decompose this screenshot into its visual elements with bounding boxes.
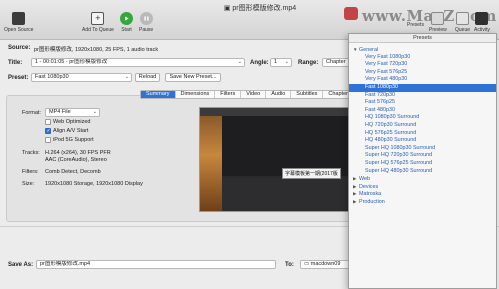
tab-subtitles[interactable]: Subtitles [291,91,324,98]
preset-item[interactable]: Super HQ 480p30 Surround [349,168,496,176]
save-as-field[interactable]: pr图形模版修改.mp4 [36,260,276,269]
preset-item[interactable]: HQ 480p30 Surround [349,137,496,145]
format-label: Format: [22,110,41,116]
preset-label: Preset: [8,75,29,81]
preview-caption: 字幕模板第一期(2017版 [282,168,341,179]
pause-button[interactable]: Pause [139,12,153,33]
preview-button[interactable]: Preview [429,12,447,33]
preset-item[interactable]: Very Fast 1080p30 [349,54,496,62]
preset-list: ▼ General Very Fast 1080p30 Very Fast 720p3… [349,46,496,205]
preset-item[interactable]: Very Fast 720p30 [349,61,496,69]
handbrake-window: ▣ pr图形模版修改.mp4 Open Source + Add To Queu… [0,0,499,289]
web-optimized-checkbox[interactable] [45,119,51,125]
align-av-label: Align A/V Start [53,128,89,134]
tracks-video: H.264 (x264), 30 FPS PFR [45,150,111,156]
preset-group[interactable]: ▼ General [349,46,496,54]
preview-thumbnail[interactable]: 字幕模板第一期(2017版 [199,107,349,212]
preset-item[interactable]: Very Fast 576p25 [349,69,496,77]
ipod-checkbox[interactable] [45,137,51,143]
preset-group[interactable]: ▶ Matroska [349,190,496,198]
size-label: Size: [22,181,35,187]
tab-bar: Summary Dimensions Filters Video Audio S… [140,90,357,99]
queue-button[interactable]: Queue [455,12,470,33]
preset-item[interactable]: Fast 480p30 [349,107,496,115]
align-av-checkbox[interactable] [45,128,51,134]
presets-button[interactable]: Presets [407,22,424,28]
preset-item[interactable]: Very Fast 480p30 [349,76,496,84]
play-icon [120,12,133,25]
activity-icon [475,12,489,25]
preset-group[interactable]: ▶ Devices [349,183,496,191]
add-to-queue-button[interactable]: + Add To Queue [82,12,114,33]
chevron-down-icon: ⌄ [237,59,242,65]
tab-summary[interactable]: Summary [141,91,176,98]
filters-label: Filters: [22,169,39,175]
preset-group[interactable]: ▶ Web [349,175,496,183]
preset-item[interactable]: Fast 720p30 [349,92,496,100]
preset-select[interactable]: Fast 1080p30 ⌄ [31,73,132,82]
preset-item[interactable]: Super HQ 1080p30 Surround [349,145,496,153]
save-as-label: Save As: [8,262,34,268]
range-label: Range: [298,60,319,66]
source-label: Source: [8,45,31,51]
presets-panel: Presets ▼ General Very Fast 1080p30 Very Fa… [348,33,497,289]
watermark-logo [344,7,358,20]
tab-video[interactable]: Video [241,91,267,98]
start-button[interactable]: Start [120,12,133,33]
size-value: 1920x1080 Storage, 1920x1080 Display [45,181,143,187]
activity-button[interactable]: Activity [474,12,490,33]
chevron-down-icon: ⌄ [92,109,97,115]
web-optimized-label: Web Optimized [53,119,91,125]
preset-item[interactable]: HQ 1080p30 Surround [349,114,496,122]
preview-icon [431,12,445,25]
destination-select[interactable]: ▭ macdown09 [300,260,350,269]
preset-item[interactable]: HQ 720p30 Surround [349,122,496,130]
title-label: Title: [8,60,23,66]
presets-header: Presets [349,34,496,43]
tracks-label: Tracks: [22,150,40,156]
add-queue-icon: + [91,12,105,25]
title-select[interactable]: 1 - 00:01:05 - pr图形模版修改 ⌄ [31,58,245,67]
ipod-label: iPod 5G Support [53,137,94,143]
queue-icon [456,12,469,25]
chevron-down-icon: ⌄ [284,59,289,65]
filters-value: Comb Detect, Decomb [45,169,101,175]
reload-button[interactable]: Reload [135,73,160,82]
tab-audio[interactable]: Audio [266,91,292,98]
window-title: ▣ pr图形模版修改.mp4 [223,5,297,12]
format-select[interactable]: MP4 File ⌄ [45,108,100,117]
folder-icon: ▭ [304,261,311,267]
save-new-preset-button[interactable]: Save New Preset... [165,73,221,82]
preset-item[interactable]: Fast 1080p30 [349,83,496,92]
tab-dimensions[interactable]: Dimensions [176,91,216,98]
chevron-down-icon: ⌄ [124,74,129,80]
tab-filters[interactable]: Filters [215,91,242,98]
open-source-button[interactable]: Open Source [4,12,33,33]
tracks-audio: AAC (CoreAudio), Stereo [45,157,107,163]
preset-item[interactable]: Super HQ 720p30 Surround [349,152,496,160]
pause-icon [139,12,153,25]
preset-item[interactable]: Fast 576p25 [349,99,496,107]
preset-group[interactable]: ▶ Production [349,198,496,206]
preset-item[interactable]: Super HQ 576p25 Surround [349,160,496,168]
to-label: To: [285,262,294,268]
angle-label: Angle: [250,60,269,66]
preset-item[interactable]: HQ 576p25 Surround [349,130,496,138]
film-icon [12,12,26,25]
angle-select[interactable]: 1 ⌄ [270,58,292,67]
source-value: pr图形模版修改, 1920x1080, 25 FPS, 1 audio tra… [34,47,159,53]
